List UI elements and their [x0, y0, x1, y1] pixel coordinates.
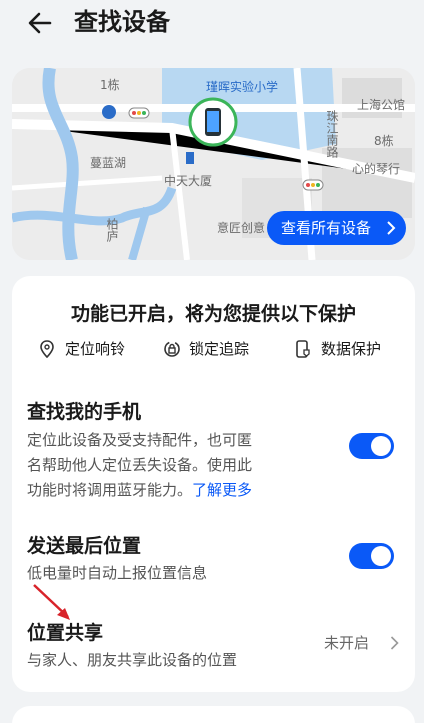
- page-title: 查找设备: [74, 8, 170, 36]
- phone-shield-icon: [296, 340, 310, 358]
- find-phone-desc-line1: 定位此设备及受支持配件，也可匿: [27, 431, 253, 449]
- map-label-building: 中天大厦: [164, 174, 213, 188]
- feature-label: 锁定追踪: [189, 340, 250, 358]
- map-label-lane: 心的琴行: [352, 162, 401, 176]
- find-phone-desc: 定位此设备及受支持配件，也可匿 名帮助他人定位丢失设备。使用此 功能时将调用蓝牙…: [27, 428, 327, 503]
- phone-icon[interactable]: [187, 96, 239, 148]
- find-phone-desc-line2: 名帮助他人定位丢失设备。使用此: [27, 456, 253, 474]
- feature-locate-ring: 定位响铃: [39, 338, 149, 360]
- map-label-school: 瑾晖实验小学: [206, 80, 279, 94]
- toggle-knob: [371, 436, 391, 456]
- toggle-knob: [371, 546, 391, 566]
- location-pin-icon: [40, 340, 54, 358]
- feature-label: 数据保护: [321, 340, 382, 358]
- red-arrow-icon: [33, 584, 70, 620]
- last-location-title: 发送最后位置: [27, 535, 142, 557]
- protection-title: 功能已开启，将为您提供以下保护: [70, 303, 356, 325]
- lock-track-icon: [164, 341, 180, 357]
- map-label-creative: 意匠创意: [217, 221, 266, 235]
- protection-card: 功能已开启，将为您提供以下保护 定位响铃 锁定追踪 数据保护 查找我的手机 定位…: [12, 276, 415, 692]
- map-label-road: 珠江南路: [325, 110, 339, 158]
- see-all-devices-label: 查看所有设备: [281, 219, 372, 237]
- map-label-misc: 蔓蓝湖: [90, 156, 127, 170]
- bottom-card: [12, 706, 415, 723]
- back-arrow-icon[interactable]: [24, 6, 58, 40]
- location-sharing-status: 未开启: [324, 634, 370, 652]
- map-label-left-road: 柏庐: [105, 218, 119, 242]
- map-label-bldg1: 1栋: [100, 78, 120, 92]
- find-phone-desc-line3-text: 功能时将调用蓝牙能力。: [27, 481, 193, 499]
- map-label-library: 上海公馆: [357, 98, 406, 112]
- map-label-bldg8: 8栋: [374, 134, 394, 148]
- last-location-toggle[interactable]: [349, 543, 394, 569]
- feature-lock-track: 锁定追踪: [163, 338, 273, 360]
- feature-label: 定位响铃: [65, 340, 126, 358]
- learn-more-link[interactable]: 了解更多: [192, 481, 252, 499]
- find-phone-title: 查找我的手机: [27, 401, 142, 423]
- location-sharing-desc: 与家人、朋友共享此设备的位置: [27, 651, 238, 669]
- find-phone-desc-line3: 功能时将调用蓝牙能力。了解更多: [27, 478, 327, 503]
- see-all-devices-button[interactable]: 查看所有设备: [267, 211, 406, 245]
- feature-data-protect: 数据保护: [295, 338, 405, 360]
- header-bar: 查找设备: [0, 0, 424, 48]
- chevron-right-icon: [387, 221, 396, 235]
- find-phone-toggle[interactable]: [349, 433, 394, 459]
- chevron-right-icon: [390, 636, 399, 650]
